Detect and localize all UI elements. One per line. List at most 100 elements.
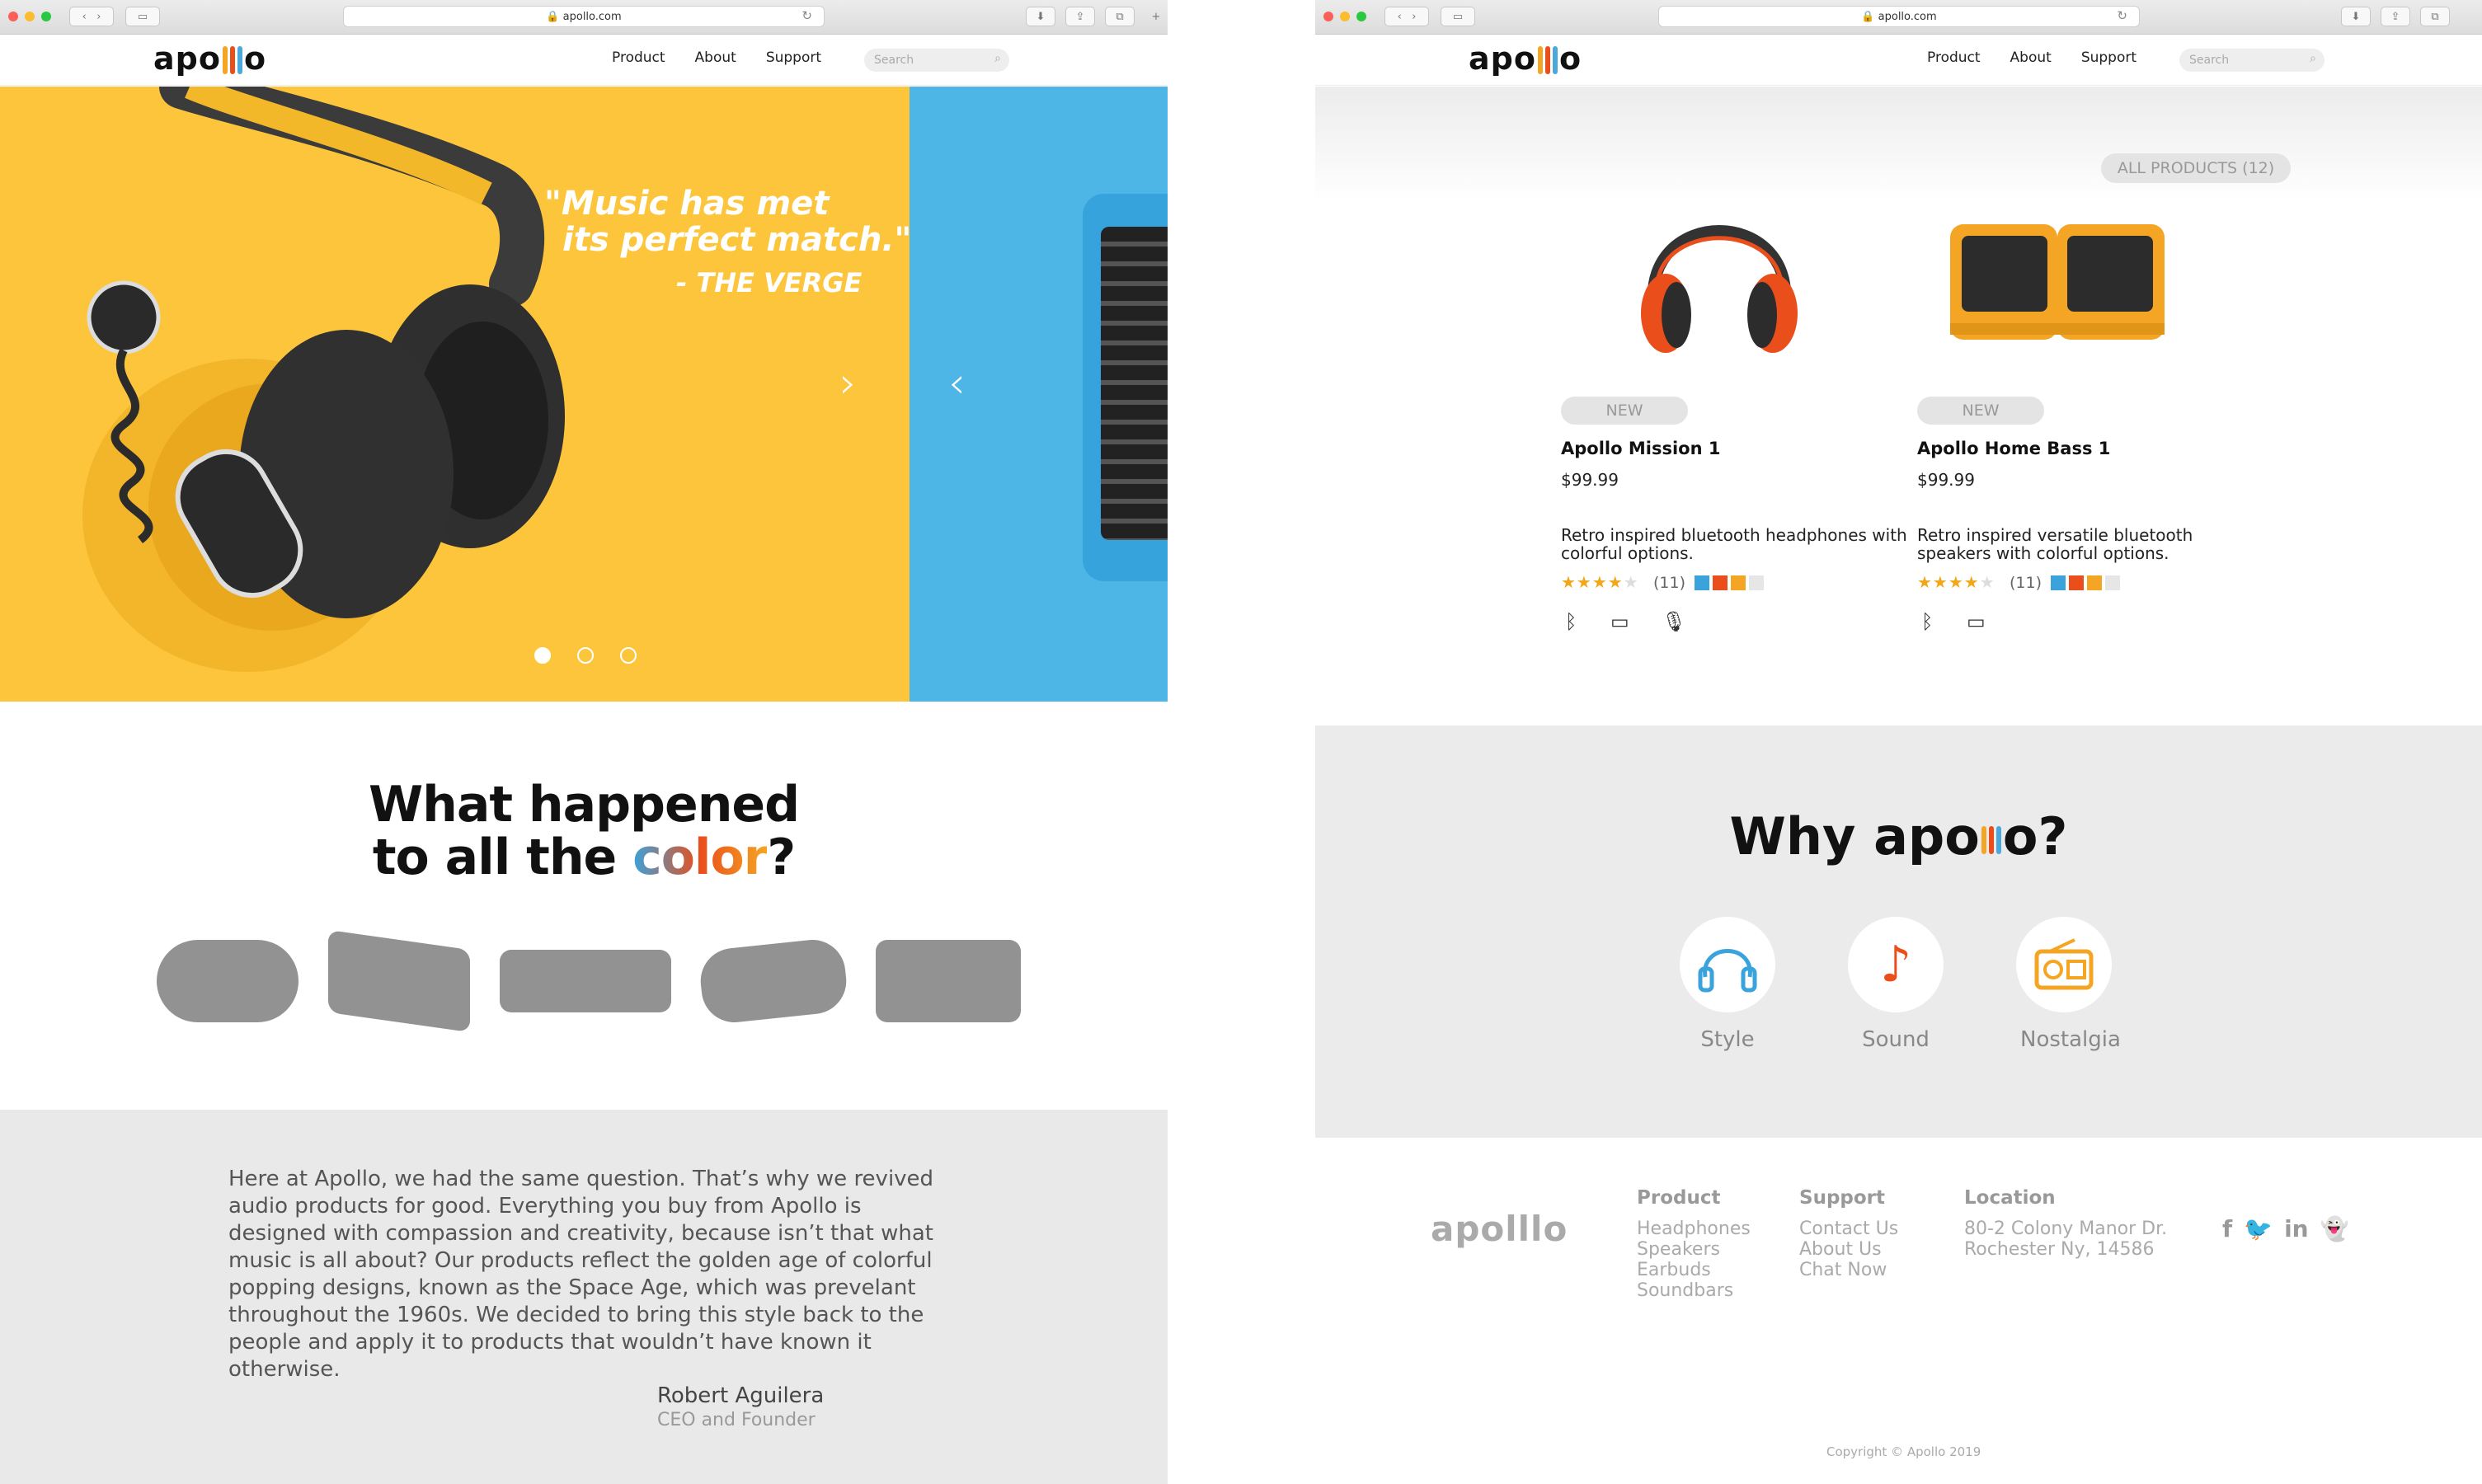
browser-window-products: ‹ › ▭ 🔒 apollo.com ↻ ⬇ ⇪ ⧉ apo o Product…	[1315, 0, 2482, 1484]
downloads-icon[interactable]: ⬇	[1026, 7, 1055, 26]
sidebar-toggle-icon[interactable]: ▭	[1441, 7, 1475, 26]
close-window-button[interactable]	[8, 12, 18, 21]
sound-circle[interactable]: ♪	[1848, 917, 1944, 1012]
nostalgia-circle[interactable]	[2016, 917, 2112, 1012]
color-swatch-red[interactable]	[2069, 575, 2084, 590]
color-swatch-white[interactable]	[1749, 575, 1764, 590]
zoom-window-button[interactable]	[41, 12, 51, 21]
radio-icon	[2034, 938, 2094, 990]
bluetooth-icon: ᛒ	[1565, 610, 1577, 633]
downloads-icon[interactable]: ⬇	[2341, 7, 2371, 26]
share-icon[interactable]: ⇪	[2381, 7, 2410, 26]
battery-icon: ▭	[1610, 610, 1629, 633]
url-text: apollo.com	[562, 10, 622, 23]
logo-color-bars	[1537, 45, 1558, 74]
nav-about[interactable]: About	[695, 49, 736, 66]
headline-color-word: color	[632, 829, 768, 886]
back-forward-buttons[interactable]: ‹ ›	[1384, 7, 1429, 26]
lock-icon: 🔒	[546, 10, 563, 23]
color-swatch-orange[interactable]	[1731, 575, 1746, 590]
speaker-image-2	[328, 929, 470, 1033]
sound-label: Sound	[1862, 1027, 1930, 1052]
quote-line-1: "Music has met	[544, 185, 830, 223]
lock-icon: 🔒	[1861, 10, 1878, 23]
footer-link-chat[interactable]: Chat Now	[1799, 1260, 1898, 1280]
reload-icon[interactable]: ↻	[2117, 8, 2127, 23]
main-nav: Product About Support	[612, 49, 821, 66]
tabs-icon[interactable]: ⧉	[1105, 7, 1135, 26]
window-controls	[8, 12, 51, 21]
search-input[interactable]: Search ⌕	[864, 49, 1009, 72]
footer-link-speakers[interactable]: Speakers	[1637, 1239, 1751, 1260]
footer-support-heading: Support	[1799, 1187, 1886, 1209]
story-text: Here at Apollo, we had the same question…	[228, 1167, 934, 1382]
founder-name: Robert Aguilera	[657, 1383, 825, 1408]
sidebar-toggle-icon[interactable]: ▭	[125, 7, 160, 26]
search-icon: ⌕	[2310, 52, 2316, 65]
search-input[interactable]: Search ⌕	[2179, 49, 2325, 72]
footer-link-contact[interactable]: Contact Us	[1799, 1219, 1898, 1239]
review-count[interactable]: (11)	[1653, 574, 1685, 592]
nav-about[interactable]: About	[2010, 49, 2052, 66]
chevron-left-icon[interactable]: ‹	[948, 359, 966, 408]
share-icon[interactable]: ⇪	[1065, 7, 1095, 26]
speaker-image-4	[697, 937, 850, 1026]
address-bar[interactable]: 🔒 apollo.com ↻	[1658, 6, 2140, 27]
copyright-text: Copyright © Apollo 2019	[1826, 1444, 1981, 1459]
snapchat-icon[interactable]: 👻	[2320, 1215, 2349, 1242]
browser-toolbar: ‹ › ▭ 🔒 apollo.com ↻ ⬇ ⇪ ⧉	[1315, 0, 2482, 35]
carousel-dot-2[interactable]	[577, 647, 594, 664]
back-forward-buttons[interactable]: ‹ ›	[69, 7, 114, 26]
color-swatch-red[interactable]	[1713, 575, 1728, 590]
facebook-icon[interactable]: f	[2222, 1215, 2232, 1242]
product-description: Retro inspired versatile bluetooth speak…	[1917, 525, 2193, 563]
address-bar[interactable]: 🔒 apollo.com ↻	[343, 6, 825, 27]
site-logo[interactable]: apo o	[1469, 43, 1582, 74]
site-logo[interactable]: apo o	[153, 43, 266, 74]
music-note-icon: ♪	[1879, 936, 1912, 993]
review-count[interactable]: (11)	[2010, 574, 2042, 592]
footer-link-headphones[interactable]: Headphones	[1637, 1219, 1751, 1239]
tabs-icon[interactable]: ⧉	[2420, 7, 2450, 26]
footer-logo[interactable]: apolllo	[1431, 1212, 1568, 1247]
zoom-window-button[interactable]	[1356, 12, 1366, 21]
nav-support[interactable]: Support	[2081, 49, 2136, 66]
hero-carousel[interactable]: "Music has met its perfect match." - THE…	[0, 87, 1168, 702]
color-swatch-blue[interactable]	[2051, 575, 2066, 590]
footer-link-about[interactable]: About Us	[1799, 1239, 1898, 1260]
carousel-dots	[534, 647, 637, 664]
nav-support[interactable]: Support	[766, 49, 821, 66]
headline-line-1: What happened	[368, 776, 800, 834]
microphone-icon: 🎙	[1662, 610, 1687, 633]
linkedin-icon[interactable]: in	[2284, 1215, 2309, 1242]
hero-quote: "Music has met its perfect match." - THE…	[544, 186, 911, 301]
product-name[interactable]: Apollo Mission 1	[1561, 439, 1720, 458]
product-name[interactable]: Apollo Home Bass 1	[1917, 439, 2110, 458]
footer-link-soundbars[interactable]: Soundbars	[1637, 1280, 1751, 1301]
carousel-dot-3[interactable]	[620, 647, 637, 664]
all-products-filter[interactable]: ALL PRODUCTS (12)	[2101, 153, 2291, 183]
color-swatch-blue[interactable]	[1695, 575, 1709, 590]
footer-link-earbuds[interactable]: Earbuds	[1637, 1260, 1751, 1280]
footer-address: 80-2 Colony Manor Dr. Rochester Ny, 1458…	[1964, 1219, 2167, 1260]
chevron-right-icon[interactable]: ›	[839, 359, 857, 408]
carousel-dot-1[interactable]	[534, 647, 551, 664]
product-image-headphones	[1641, 225, 1798, 353]
logo-color-bars	[222, 45, 242, 74]
style-circle[interactable]	[1680, 917, 1775, 1012]
style-label: Style	[1700, 1027, 1755, 1052]
reload-icon[interactable]: ↻	[801, 8, 812, 23]
minimize-window-button[interactable]	[1340, 12, 1350, 21]
color-swatch-orange[interactable]	[2087, 575, 2102, 590]
nav-product[interactable]: Product	[1927, 49, 1981, 66]
new-tab-icon[interactable]: +	[1146, 7, 1166, 26]
product-image-speaker	[1950, 224, 2165, 340]
close-window-button[interactable]	[1323, 12, 1333, 21]
social-links: f 🐦 in 👻	[2222, 1215, 2348, 1242]
minimize-window-button[interactable]	[25, 12, 35, 21]
twitter-icon[interactable]: 🐦	[2244, 1215, 2273, 1242]
color-swatch-white[interactable]	[2105, 575, 2120, 590]
url-text: apollo.com	[1878, 10, 1937, 23]
browser-toolbar: ‹ › ▭ 🔒 apollo.com ↻ ⬇ ⇪ ⧉ +	[0, 0, 1168, 35]
nav-product[interactable]: Product	[612, 49, 665, 66]
